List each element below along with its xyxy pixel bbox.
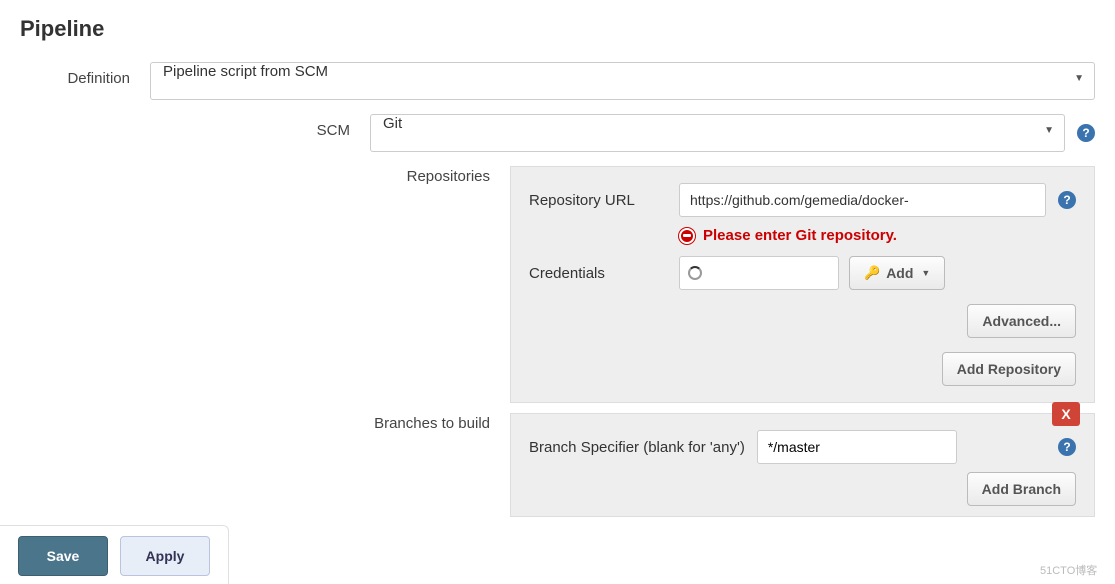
credentials-select[interactable]: [679, 256, 839, 290]
credentials-label: Credentials: [529, 265, 679, 282]
scm-value: Git: [383, 115, 402, 132]
branches-block: Branches to build X Branch Specifier (bl…: [20, 413, 1095, 517]
add-repository-button[interactable]: Add Repository: [942, 352, 1076, 386]
repositories-block: Repositories Repository URL ? Please ent…: [20, 166, 1095, 403]
branches-label: Branches to build: [20, 413, 510, 517]
key-icon: 🔑: [864, 265, 880, 281]
scm-row: SCM Git ?: [20, 114, 1095, 152]
repo-url-input[interactable]: [679, 183, 1046, 217]
add-credentials-button[interactable]: 🔑 Add ▼: [849, 256, 945, 290]
add-branch-button[interactable]: Add Branch: [967, 472, 1076, 506]
repositories-label: Repositories: [20, 166, 510, 403]
error-icon: [679, 228, 695, 244]
help-icon[interactable]: ?: [1058, 438, 1076, 456]
repo-url-label: Repository URL: [529, 192, 679, 209]
close-button[interactable]: X: [1052, 402, 1080, 426]
advanced-button[interactable]: Advanced...: [967, 304, 1076, 338]
scm-select[interactable]: Git: [370, 114, 1065, 152]
branches-panel: X Branch Specifier (blank for 'any') ? A…: [510, 413, 1095, 517]
apply-button[interactable]: Apply: [120, 536, 210, 576]
definition-select[interactable]: Pipeline script from SCM: [150, 62, 1095, 100]
branch-specifier-input[interactable]: [757, 430, 957, 464]
scm-label: SCM: [20, 114, 370, 139]
help-icon[interactable]: ?: [1058, 191, 1076, 209]
add-branch-label: Add Branch: [982, 481, 1061, 497]
repo-error-text: Please enter Git repository.: [703, 227, 897, 244]
repositories-panel: Repository URL ? Please enter Git reposi…: [510, 166, 1095, 403]
chevron-down-icon: ▼: [921, 268, 930, 278]
action-bar: Save Apply: [0, 525, 229, 584]
add-credentials-label: Add: [886, 265, 913, 281]
save-button[interactable]: Save: [18, 536, 108, 576]
definition-label: Definition: [20, 62, 150, 87]
page-title: Pipeline: [20, 16, 1095, 42]
branch-specifier-label: Branch Specifier (blank for 'any'): [529, 439, 745, 456]
definition-value: Pipeline script from SCM: [163, 63, 328, 80]
help-icon[interactable]: ?: [1077, 124, 1095, 142]
definition-row: Definition Pipeline script from SCM: [20, 62, 1095, 100]
spinner-icon: [688, 266, 702, 280]
repo-error: Please enter Git repository.: [679, 227, 1076, 244]
add-repository-label: Add Repository: [957, 361, 1061, 377]
watermark: 51CTO博客: [1040, 562, 1097, 578]
advanced-label: Advanced...: [982, 313, 1061, 329]
